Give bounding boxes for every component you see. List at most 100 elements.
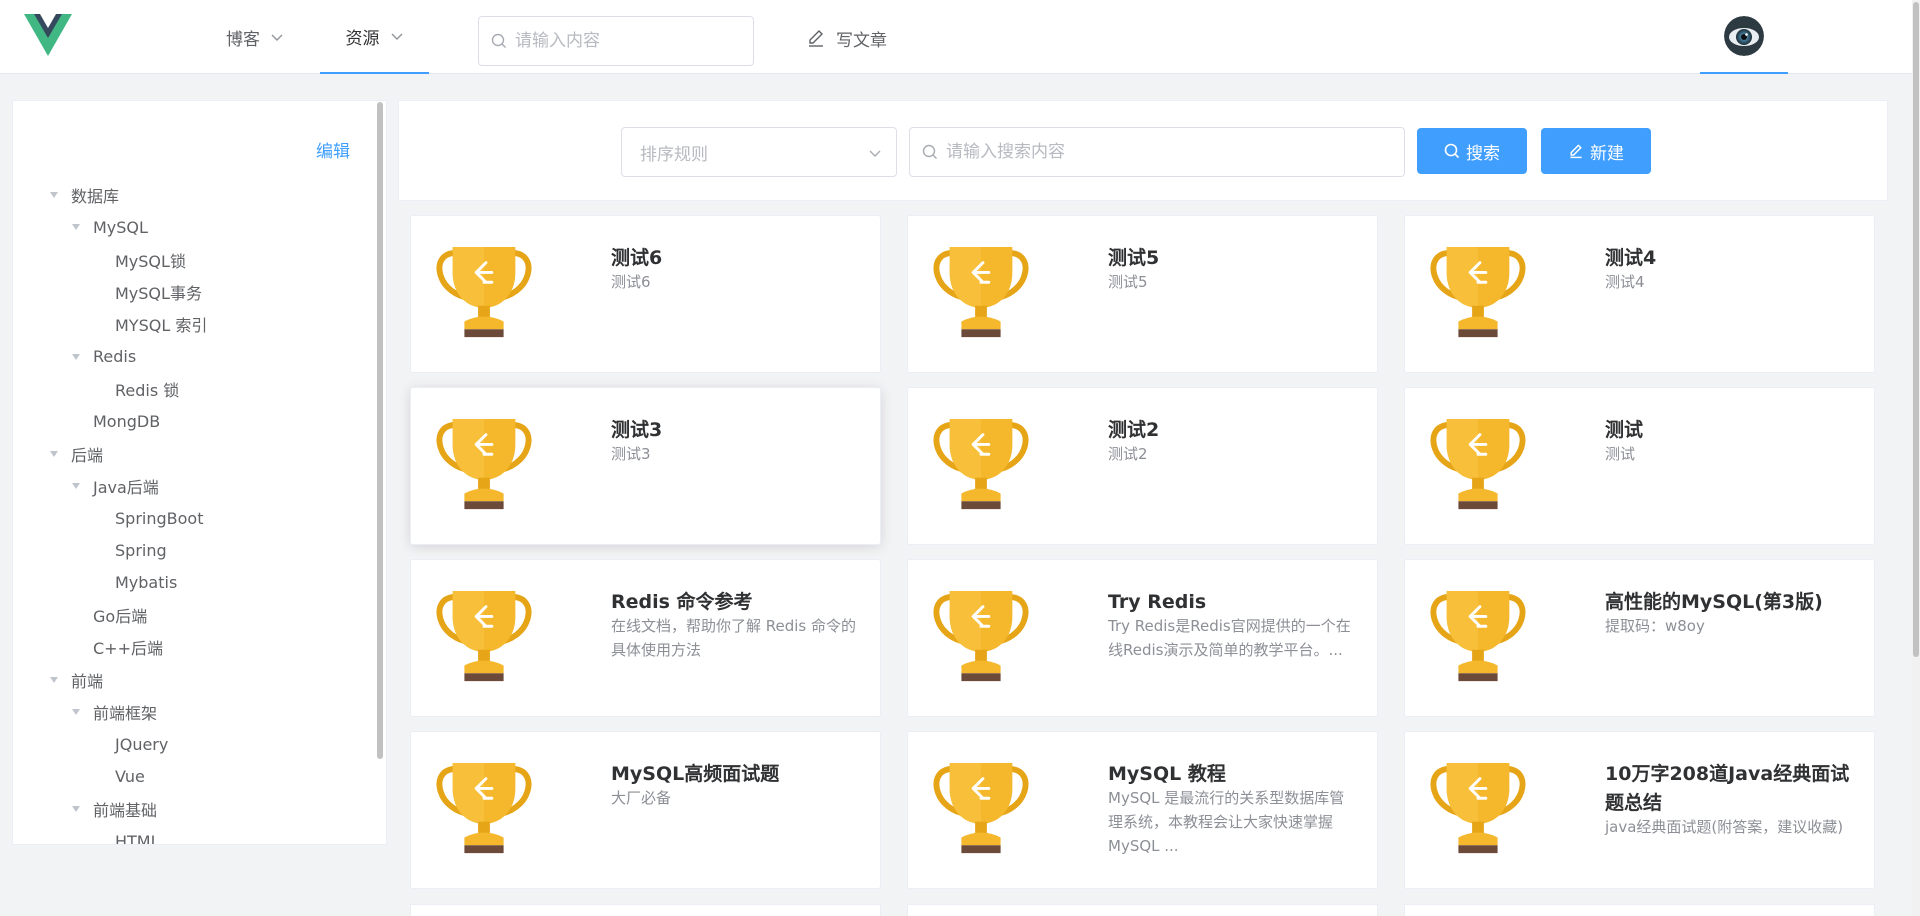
resource-title[interactable]: 测试4 <box>1605 244 1860 273</box>
header-search-input[interactable] <box>515 31 735 51</box>
resource-card[interactable]: 高性能的MySQL(第3版) 提取码：w8oy <box>1404 559 1875 717</box>
sort-select[interactable]: 排序规则 <box>621 127 897 177</box>
resource-card[interactable]: 10万字208道Java经典面试题总结 java经典面试题(附答案，建议收藏) <box>1404 731 1875 889</box>
tree-node[interactable]: Mybatis <box>13 567 373 599</box>
tree-node[interactable]: C++后端 <box>13 631 373 663</box>
resource-title[interactable]: Redis 命令参考 <box>611 588 866 617</box>
nav-resources[interactable]: 资源 <box>320 0 429 74</box>
trophy-icon <box>436 246 532 338</box>
resource-card[interactable]: 测试6 测试6 <box>410 215 881 373</box>
write-article-button[interactable]: 写文章 <box>806 24 887 52</box>
resource-description: MySQL 是最流行的关系型数据库管理系统，本教程会让大家快速掌握 MySQL … <box>1108 789 1345 855</box>
resource-card-partial[interactable] <box>1404 904 1875 916</box>
tree-node[interactable]: MySQL事务 <box>13 276 373 308</box>
caret-down-icon[interactable] <box>71 707 81 717</box>
nav-blog[interactable]: 博客 <box>210 0 300 74</box>
edit-pen-icon <box>1570 144 1582 159</box>
tree-node[interactable]: Go后端 <box>13 599 373 631</box>
tree-node[interactable]: HTML <box>13 825 373 845</box>
trophy-icon <box>1430 762 1526 854</box>
resource-title[interactable]: 测试 <box>1605 416 1860 445</box>
tree-node-label: JQuery <box>115 734 169 754</box>
sidebar-scrollbar-thumb[interactable] <box>377 102 383 759</box>
tree-node[interactable]: 数据库 <box>13 179 373 211</box>
tree-node-label: 数据库 <box>71 187 120 207</box>
tree-node[interactable]: Spring <box>13 534 373 566</box>
resource-title[interactable]: 高性能的MySQL(第3版) <box>1605 588 1860 617</box>
trophy-icon <box>933 246 1029 338</box>
tree-node[interactable]: Vue <box>13 760 373 792</box>
page-scrollbar[interactable] <box>1912 0 1920 916</box>
resource-card-partial[interactable] <box>907 904 1378 916</box>
resource-card[interactable]: MySQL高频面试题 大厂必备 <box>410 731 881 889</box>
tree-node-label: HTML <box>115 831 160 845</box>
resource-title[interactable]: 测试5 <box>1108 244 1363 273</box>
resource-title[interactable]: 测试3 <box>611 416 866 445</box>
new-resource-label: 新建 <box>1590 143 1624 164</box>
caret-down-icon[interactable] <box>71 352 81 362</box>
tree-node[interactable]: 前端基础 <box>13 793 373 825</box>
tree-node-label: Java后端 <box>93 477 159 497</box>
tree-node[interactable]: Redis 锁 <box>13 373 373 405</box>
trophy-icon <box>436 590 532 682</box>
tree-node[interactable]: 前端框架 <box>13 696 373 728</box>
resource-title[interactable]: MySQL高频面试题 <box>611 760 866 789</box>
resource-card[interactable]: 测试5 测试5 <box>907 215 1378 373</box>
resource-title[interactable]: 测试2 <box>1108 416 1363 445</box>
tree-node[interactable]: MySQL锁 <box>13 244 373 276</box>
search-icon <box>1444 143 1460 159</box>
resource-card[interactable]: 测试 测试 <box>1404 387 1875 545</box>
resource-card[interactable]: Try Redis Try Redis是Redis官网提供的一个在线Redis演示… <box>907 559 1378 717</box>
tree-node[interactable]: Redis <box>13 340 373 372</box>
new-resource-button[interactable]: 新建 <box>1541 128 1651 174</box>
trophy-icon <box>1430 418 1526 510</box>
tree-node-label: 前端 <box>71 671 104 691</box>
trophy-icon <box>436 762 532 854</box>
edit-categories-link[interactable]: 编辑 <box>316 137 350 162</box>
tree-node[interactable]: SpringBoot <box>13 502 373 534</box>
header-search[interactable] <box>478 16 754 66</box>
caret-down-icon[interactable] <box>49 675 59 685</box>
avatar[interactable] <box>1724 16 1764 56</box>
resource-title[interactable]: 测试6 <box>611 244 866 273</box>
caret-down-icon[interactable] <box>49 449 59 459</box>
tree-node[interactable]: JQuery <box>13 728 373 760</box>
tree-node[interactable]: MYSQL 索引 <box>13 308 373 340</box>
user-menu[interactable] <box>1700 0 1788 74</box>
resource-description: 测试 <box>1605 445 1636 463</box>
tree-node[interactable]: 后端 <box>13 437 373 469</box>
resource-search[interactable] <box>909 127 1405 177</box>
resource-toolbar: 排序规则 搜索 新建 <box>398 100 1888 201</box>
caret-down-icon[interactable] <box>49 190 59 200</box>
page-scrollbar-thumb[interactable] <box>1913 2 1919 657</box>
trophy-icon <box>1430 590 1526 682</box>
tree-node[interactable]: MySQL <box>13 211 373 243</box>
tree-node-label: MongDB <box>93 411 161 431</box>
resource-card[interactable]: MySQL 教程 MySQL 是最流行的关系型数据库管理系统，本教程会让大家快速掌… <box>907 731 1378 889</box>
tree-node-label: 前端框架 <box>93 703 158 723</box>
resource-card[interactable]: 测试2 测试2 <box>907 387 1378 545</box>
tree-node-label: MySQL <box>93 217 148 237</box>
resource-card-partial[interactable] <box>410 904 881 916</box>
resource-title[interactable]: MySQL 教程 <box>1108 760 1363 789</box>
caret-down-icon[interactable] <box>71 804 81 814</box>
resource-title[interactable]: 10万字208道Java经典面试题总结 <box>1605 760 1860 818</box>
resource-description: 测试5 <box>1108 273 1148 291</box>
caret-down-icon[interactable] <box>71 222 81 232</box>
resource-description: java经典面试题(附答案，建议收藏) <box>1605 818 1844 836</box>
tree-node[interactable]: 前端 <box>13 663 373 695</box>
tree-node[interactable]: MongDB <box>13 405 373 437</box>
caret-down-icon[interactable] <box>71 481 81 491</box>
resource-card[interactable]: 测试3 测试3 <box>410 387 881 545</box>
resource-card[interactable]: 测试4 测试4 <box>1404 215 1875 373</box>
vue-logo[interactable] <box>24 14 72 58</box>
search-button[interactable]: 搜索 <box>1417 128 1527 174</box>
resource-title[interactable]: Try Redis <box>1108 588 1363 617</box>
resource-card[interactable]: Redis 命令参考 在线文档，帮助你了解 Redis 命令的具体使用方法 <box>410 559 881 717</box>
resource-description: 在线文档，帮助你了解 Redis 命令的具体使用方法 <box>611 617 857 659</box>
tree-node[interactable]: Java后端 <box>13 470 373 502</box>
resource-description: Try Redis是Redis官网提供的一个在线Redis演示及简单的教学平台。… <box>1108 617 1351 659</box>
sidebar-scrollbar[interactable] <box>376 100 384 845</box>
resource-search-input[interactable] <box>946 142 1386 162</box>
chevron-down-icon <box>271 34 283 41</box>
